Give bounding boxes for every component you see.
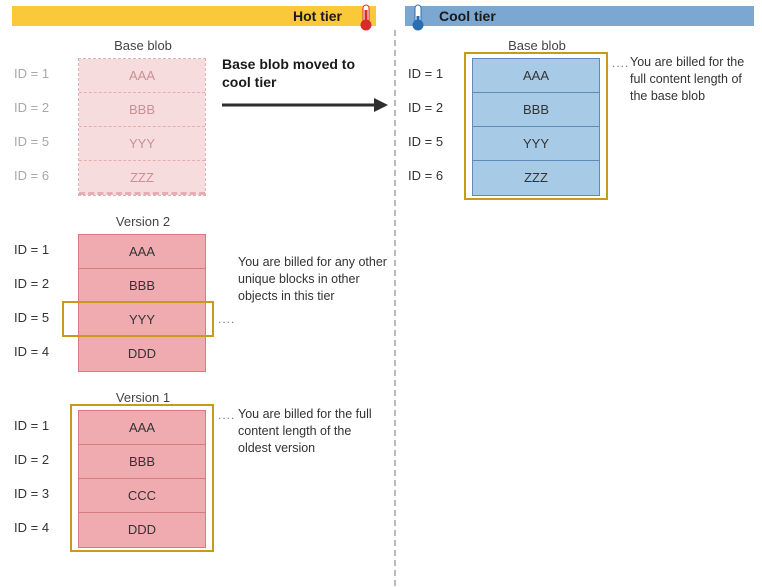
hot-v1-id-3: ID = 4 <box>14 520 66 535</box>
cool-base-table: AAA BBB YYY ZZZ <box>472 58 600 196</box>
hot-v2-row: BBB <box>79 269 205 303</box>
hot-base-id-1: ID = 2 <box>14 100 66 115</box>
hot-v1-row: AAA <box>79 411 205 445</box>
leader-dots: .... <box>612 56 629 70</box>
thermometer-cool-icon <box>410 4 426 32</box>
cool-base-id-0: ID = 1 <box>408 66 460 81</box>
cool-tier-header: Cool tier <box>405 6 754 26</box>
cool-base-title: Base blob <box>472 38 602 53</box>
hot-v1-id-1: ID = 2 <box>14 452 66 467</box>
cool-base-id-3: ID = 6 <box>408 168 460 183</box>
hot-base-row: ZZZ <box>79 161 205 195</box>
hot-v1-row: BBB <box>79 445 205 479</box>
hot-base-row: BBB <box>79 93 205 127</box>
hot-v1-id-2: ID = 3 <box>14 486 66 501</box>
hot-v2-id-2: ID = 5 <box>14 310 66 325</box>
move-arrow-icon <box>222 94 388 114</box>
cool-base-id-2: ID = 5 <box>408 134 460 149</box>
hot-v2-row: DDD <box>79 337 205 371</box>
hot-v2-id-3: ID = 4 <box>14 344 66 359</box>
cool-base-row: YYY <box>473 127 599 161</box>
hot-v2-id-0: ID = 1 <box>14 242 66 257</box>
thermometer-hot-icon <box>358 4 374 32</box>
hot-v2-title: Version 2 <box>78 214 208 229</box>
cool-base-id-1: ID = 2 <box>408 100 460 115</box>
hot-v2-table: AAA BBB YYY DDD <box>78 234 206 372</box>
move-label: Base blob moved to cool tier <box>222 56 382 91</box>
hot-v2-row: YYY <box>79 303 205 337</box>
hot-v2-id-1: ID = 2 <box>14 276 66 291</box>
hot-v1-title: Version 1 <box>78 390 208 405</box>
hot-v1-id-0: ID = 1 <box>14 418 66 433</box>
hot-base-id-3: ID = 6 <box>14 168 66 183</box>
hot-base-table: AAA BBB YYY ZZZ <box>78 58 206 196</box>
hot-tier-header: Hot tier <box>12 6 376 26</box>
hot-base-row: YYY <box>79 127 205 161</box>
hot-base-id-0: ID = 1 <box>14 66 66 81</box>
tier-divider <box>394 30 396 586</box>
hot-v1-row: CCC <box>79 479 205 513</box>
note-v2: You are billed for any other unique bloc… <box>238 254 388 305</box>
cool-base-row: AAA <box>473 59 599 93</box>
hot-base-id-2: ID = 5 <box>14 134 66 149</box>
hot-v1-table: AAA BBB CCC DDD <box>78 410 206 548</box>
note-cool-base: You are billed for the full content leng… <box>630 54 752 105</box>
cool-base-row: BBB <box>473 93 599 127</box>
leader-dots: .... <box>218 408 235 422</box>
hot-base-title: Base blob <box>78 38 208 53</box>
hot-v2-row: AAA <box>79 235 205 269</box>
note-v1: You are billed for the full content leng… <box>238 406 388 457</box>
hot-v1-row: DDD <box>79 513 205 547</box>
hot-base-row: AAA <box>79 59 205 93</box>
leader-dots: .... <box>218 312 235 326</box>
cool-base-row: ZZZ <box>473 161 599 195</box>
